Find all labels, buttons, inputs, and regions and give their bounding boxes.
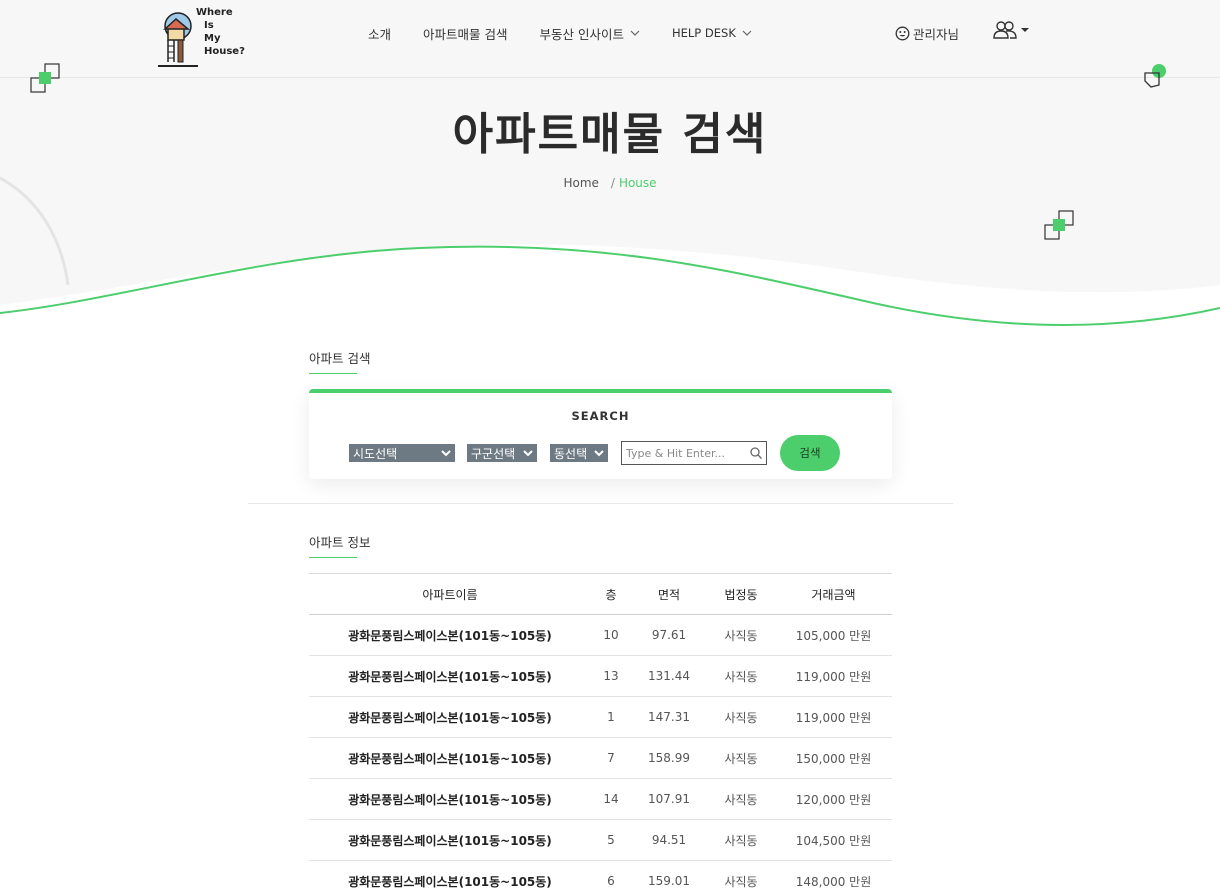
- col-header-dong: 법정동: [707, 573, 775, 615]
- main-nav: 소개 아파트매물 검색 부동산 인사이트 HELP DESK: [368, 24, 784, 42]
- area: 131.44: [631, 655, 707, 697]
- caret-down-icon: [1021, 28, 1029, 32]
- floor: 7: [591, 737, 631, 779]
- area: 94.51: [631, 819, 707, 861]
- chevron-down-icon: [441, 449, 451, 456]
- apt-name: 광화문풍림스페이스본(101동~105동): [309, 819, 591, 861]
- search-title: SEARCH: [571, 409, 630, 423]
- treehouse-logo-icon: [158, 12, 198, 67]
- breadcrumb-separator: /: [610, 176, 615, 190]
- price: 148,000 만원: [775, 860, 892, 894]
- apt-name: 광화문풍림스페이스본(101동~105동): [309, 655, 591, 697]
- top-header: Where Is My House? 소개 아파트매물 검색 부동산 인사이트 …: [0, 0, 1220, 78]
- area: 107.91: [631, 778, 707, 820]
- legal-dong: 사직동: [707, 696, 775, 738]
- nav-item-insight[interactable]: 부동산 인사이트: [540, 24, 640, 42]
- user-greeting[interactable]: 관리자님: [895, 24, 959, 43]
- search-button[interactable]: 검색: [780, 435, 840, 471]
- apt-name: 광화문풍림스페이스본(101동~105동): [309, 737, 591, 779]
- table-row[interactable]: 광화문풍림스페이스본(101동~105동) 13 131.44 사직동 119,…: [309, 655, 892, 697]
- smile-icon: [895, 26, 910, 41]
- area: 147.31: [631, 696, 707, 738]
- legal-dong: 사직동: [707, 819, 775, 861]
- col-header-price: 거래금액: [775, 573, 892, 615]
- logo-text: Where Is My House?: [196, 7, 245, 57]
- search-card: SEARCH 시도선택 구군선택 동선택 Type & Hit Enter...…: [309, 389, 892, 479]
- floor: 13: [591, 655, 631, 697]
- price: 120,000 만원: [775, 778, 892, 820]
- info-section-label: 아파트 정보: [309, 532, 370, 558]
- search-section-label: 아파트 검색: [309, 348, 370, 374]
- section-underline: [309, 557, 357, 558]
- legal-dong: 사직동: [707, 860, 775, 894]
- apartment-table: 아파트이름 층 면적 법정동 거래금액 광화문풍림스페이스본(101동~105동…: [309, 573, 892, 894]
- user-menu-button[interactable]: [993, 20, 1029, 40]
- section-divider: [248, 503, 953, 504]
- table-row[interactable]: 광화문풍림스페이스본(101동~105동) 7 158.99 사직동 150,0…: [309, 737, 892, 779]
- chevron-down-icon: [742, 28, 752, 39]
- gugun-select[interactable]: 구군선택: [467, 444, 537, 462]
- floor: 1: [591, 696, 631, 738]
- search-placeholder: Type & Hit Enter...: [626, 446, 725, 460]
- apt-name: 광화문풍림스페이스본(101동~105동): [309, 860, 591, 894]
- floor: 10: [591, 614, 631, 656]
- breadcrumb: Home / House: [0, 176, 1220, 190]
- section-underline: [309, 373, 357, 374]
- legal-dong: 사직동: [707, 778, 775, 820]
- hero-section: 아파트매물 검색 Home / House: [0, 78, 1220, 348]
- dong-select[interactable]: 동선택: [550, 444, 608, 462]
- legal-dong: 사직동: [707, 737, 775, 779]
- table-row[interactable]: 광화문풍림스페이스본(101동~105동) 5 94.51 사직동 104,50…: [309, 819, 892, 861]
- apt-name: 광화문풍림스페이스본(101동~105동): [309, 696, 591, 738]
- search-input[interactable]: Type & Hit Enter...: [621, 441, 767, 465]
- table-row[interactable]: 광화문풍림스페이스본(101동~105동) 14 107.91 사직동 120,…: [309, 778, 892, 820]
- sido-select[interactable]: 시도선택: [349, 444, 455, 462]
- legal-dong: 사직동: [707, 614, 775, 656]
- chevron-down-icon: [630, 28, 640, 39]
- legal-dong: 사직동: [707, 655, 775, 697]
- area: 158.99: [631, 737, 707, 779]
- table-header-row: 아파트이름 층 면적 법정동 거래금액: [309, 573, 892, 615]
- price: 105,000 만원: [775, 614, 892, 656]
- apt-name: 광화문풍림스페이스본(101동~105동): [309, 778, 591, 820]
- area: 97.61: [631, 614, 707, 656]
- breadcrumb-current: House: [618, 176, 657, 190]
- floor: 6: [591, 860, 631, 894]
- apt-name: 광화문풍림스페이스본(101동~105동): [309, 614, 591, 656]
- site-logo[interactable]: Where Is My House?: [156, 6, 245, 67]
- chevron-down-icon: [523, 449, 533, 456]
- col-header-area: 면적: [631, 573, 707, 615]
- table-row[interactable]: 광화문풍림스페이스본(101동~105동) 10 97.61 사직동 105,0…: [309, 614, 892, 656]
- col-header-floor: 층: [591, 573, 631, 615]
- chevron-down-icon: [594, 449, 604, 456]
- nav-item-intro[interactable]: 소개: [368, 24, 391, 42]
- page-title: 아파트매물 검색: [452, 109, 768, 160]
- price: 150,000 만원: [775, 737, 892, 779]
- breadcrumb-home[interactable]: Home: [563, 176, 598, 190]
- nav-item-apt-search[interactable]: 아파트매물 검색: [423, 24, 507, 42]
- floor: 14: [591, 778, 631, 820]
- nav-item-help-desk[interactable]: HELP DESK: [672, 24, 752, 42]
- area: 159.01: [631, 860, 707, 894]
- price: 104,500 만원: [775, 819, 892, 861]
- table-row[interactable]: 광화문풍림스페이스본(101동~105동) 1 147.31 사직동 119,0…: [309, 696, 892, 738]
- price: 119,000 만원: [775, 696, 892, 738]
- table-row[interactable]: 광화문풍림스페이스본(101동~105동) 6 159.01 사직동 148,0…: [309, 860, 892, 894]
- users-icon: [993, 21, 1017, 39]
- search-icon: [750, 447, 762, 459]
- floor: 5: [591, 819, 631, 861]
- price: 119,000 만원: [775, 655, 892, 697]
- col-header-name: 아파트이름: [309, 573, 591, 615]
